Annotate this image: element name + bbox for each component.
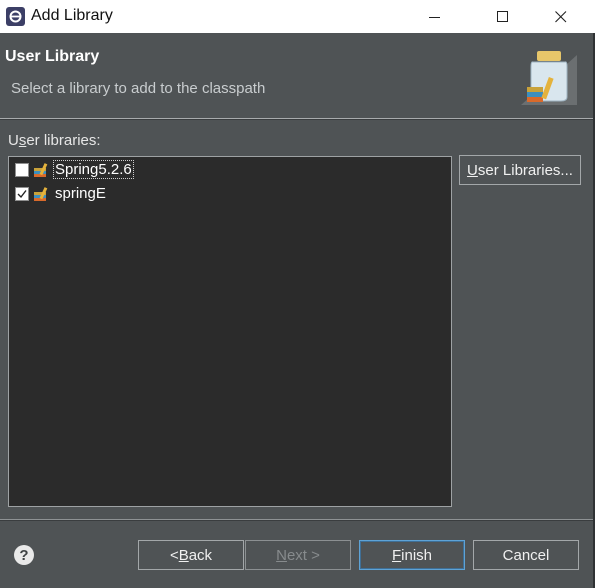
- banner-separator-shadow: [0, 119, 595, 120]
- list-item[interactable]: springE: [13, 183, 443, 205]
- checkmark-icon: [17, 190, 27, 199]
- finish-button[interactable]: Finish: [359, 540, 465, 570]
- maximize-icon: [497, 10, 508, 22]
- library-icon: [34, 163, 48, 177]
- page-title: User Library: [5, 48, 100, 65]
- cancel-button[interactable]: Cancel: [473, 540, 579, 570]
- library-icon: [34, 187, 48, 201]
- library-name: Spring5.2.6: [53, 160, 134, 179]
- checkbox-checked[interactable]: [15, 187, 29, 201]
- list-item[interactable]: Spring5.2.6: [13, 159, 443, 181]
- help-icon[interactable]: ?: [14, 545, 34, 565]
- page-description: Select a library to add to the classpath: [11, 80, 266, 97]
- next-button[interactable]: Next >: [245, 540, 351, 570]
- user-libraries-label: User libraries:: [8, 132, 101, 149]
- back-button[interactable]: < Back: [138, 540, 244, 570]
- library-list[interactable]: Spring5.2.6 springE: [8, 156, 452, 507]
- user-libraries-button[interactable]: User Libraries...: [459, 155, 581, 185]
- title-bar: Add Library: [0, 0, 595, 33]
- library-name: springE: [55, 185, 106, 202]
- footer-separator-shadow: [0, 520, 595, 521]
- minimize-icon: [429, 16, 440, 18]
- close-icon: [555, 10, 567, 22]
- close-button[interactable]: [538, 0, 584, 33]
- maximize-button[interactable]: [480, 0, 526, 33]
- eclipse-icon: [6, 7, 25, 26]
- checkbox-unchecked[interactable]: [15, 163, 29, 177]
- wizard-banner: User Library Select a library to add to …: [0, 33, 595, 118]
- window-title: Add Library: [31, 7, 113, 24]
- library-jar-icon: [521, 51, 577, 105]
- minimize-button[interactable]: [412, 0, 458, 33]
